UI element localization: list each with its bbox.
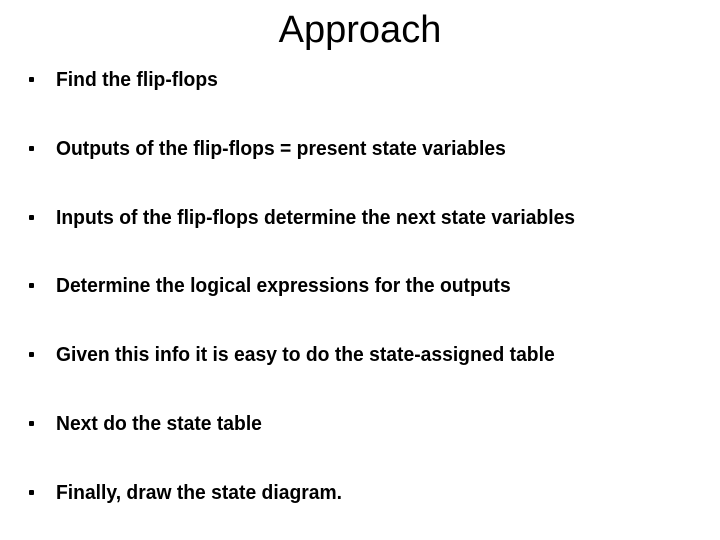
bullet-dot-icon — [22, 412, 56, 438]
bullet-dot-icon — [22, 137, 56, 163]
bullet-dot-icon — [22, 274, 56, 300]
list-item-label: Outputs of the flip-flops = present stat… — [56, 137, 506, 160]
list-item: Inputs of the flip-flops determine the n… — [22, 206, 716, 232]
list-item-label: Find the flip-flops — [56, 69, 218, 91]
list-item-label: Given this info it is easy to do the sta… — [56, 344, 555, 367]
list-item: Finally, draw the state diagram. — [22, 481, 716, 507]
bullet-dot-icon — [22, 68, 56, 94]
list-item: Outputs of the flip-flops = present stat… — [22, 137, 716, 163]
list-item: Determine the logical expressions for th… — [22, 274, 716, 300]
list-item-label: Inputs of the flip-flops determine the n… — [56, 206, 576, 229]
page-title: Approach — [278, 9, 442, 51]
list-item: Next do the state table — [22, 412, 716, 438]
list-item: Given this info it is easy to do the sta… — [22, 343, 716, 369]
bullet-dot-icon — [22, 206, 56, 232]
list-item-label: Determine the logical expressions for th… — [56, 275, 511, 298]
list-item: Find the flip-flops — [22, 68, 716, 94]
presentation-slide: Approach Find the flip-flops Outputs of … — [0, 0, 720, 540]
bullet-dot-icon — [22, 343, 56, 369]
bullet-dot-icon — [22, 481, 56, 507]
list-item-label: Next do the state table — [56, 413, 262, 435]
list-item-label: Finally, draw the state diagram. — [56, 481, 343, 504]
